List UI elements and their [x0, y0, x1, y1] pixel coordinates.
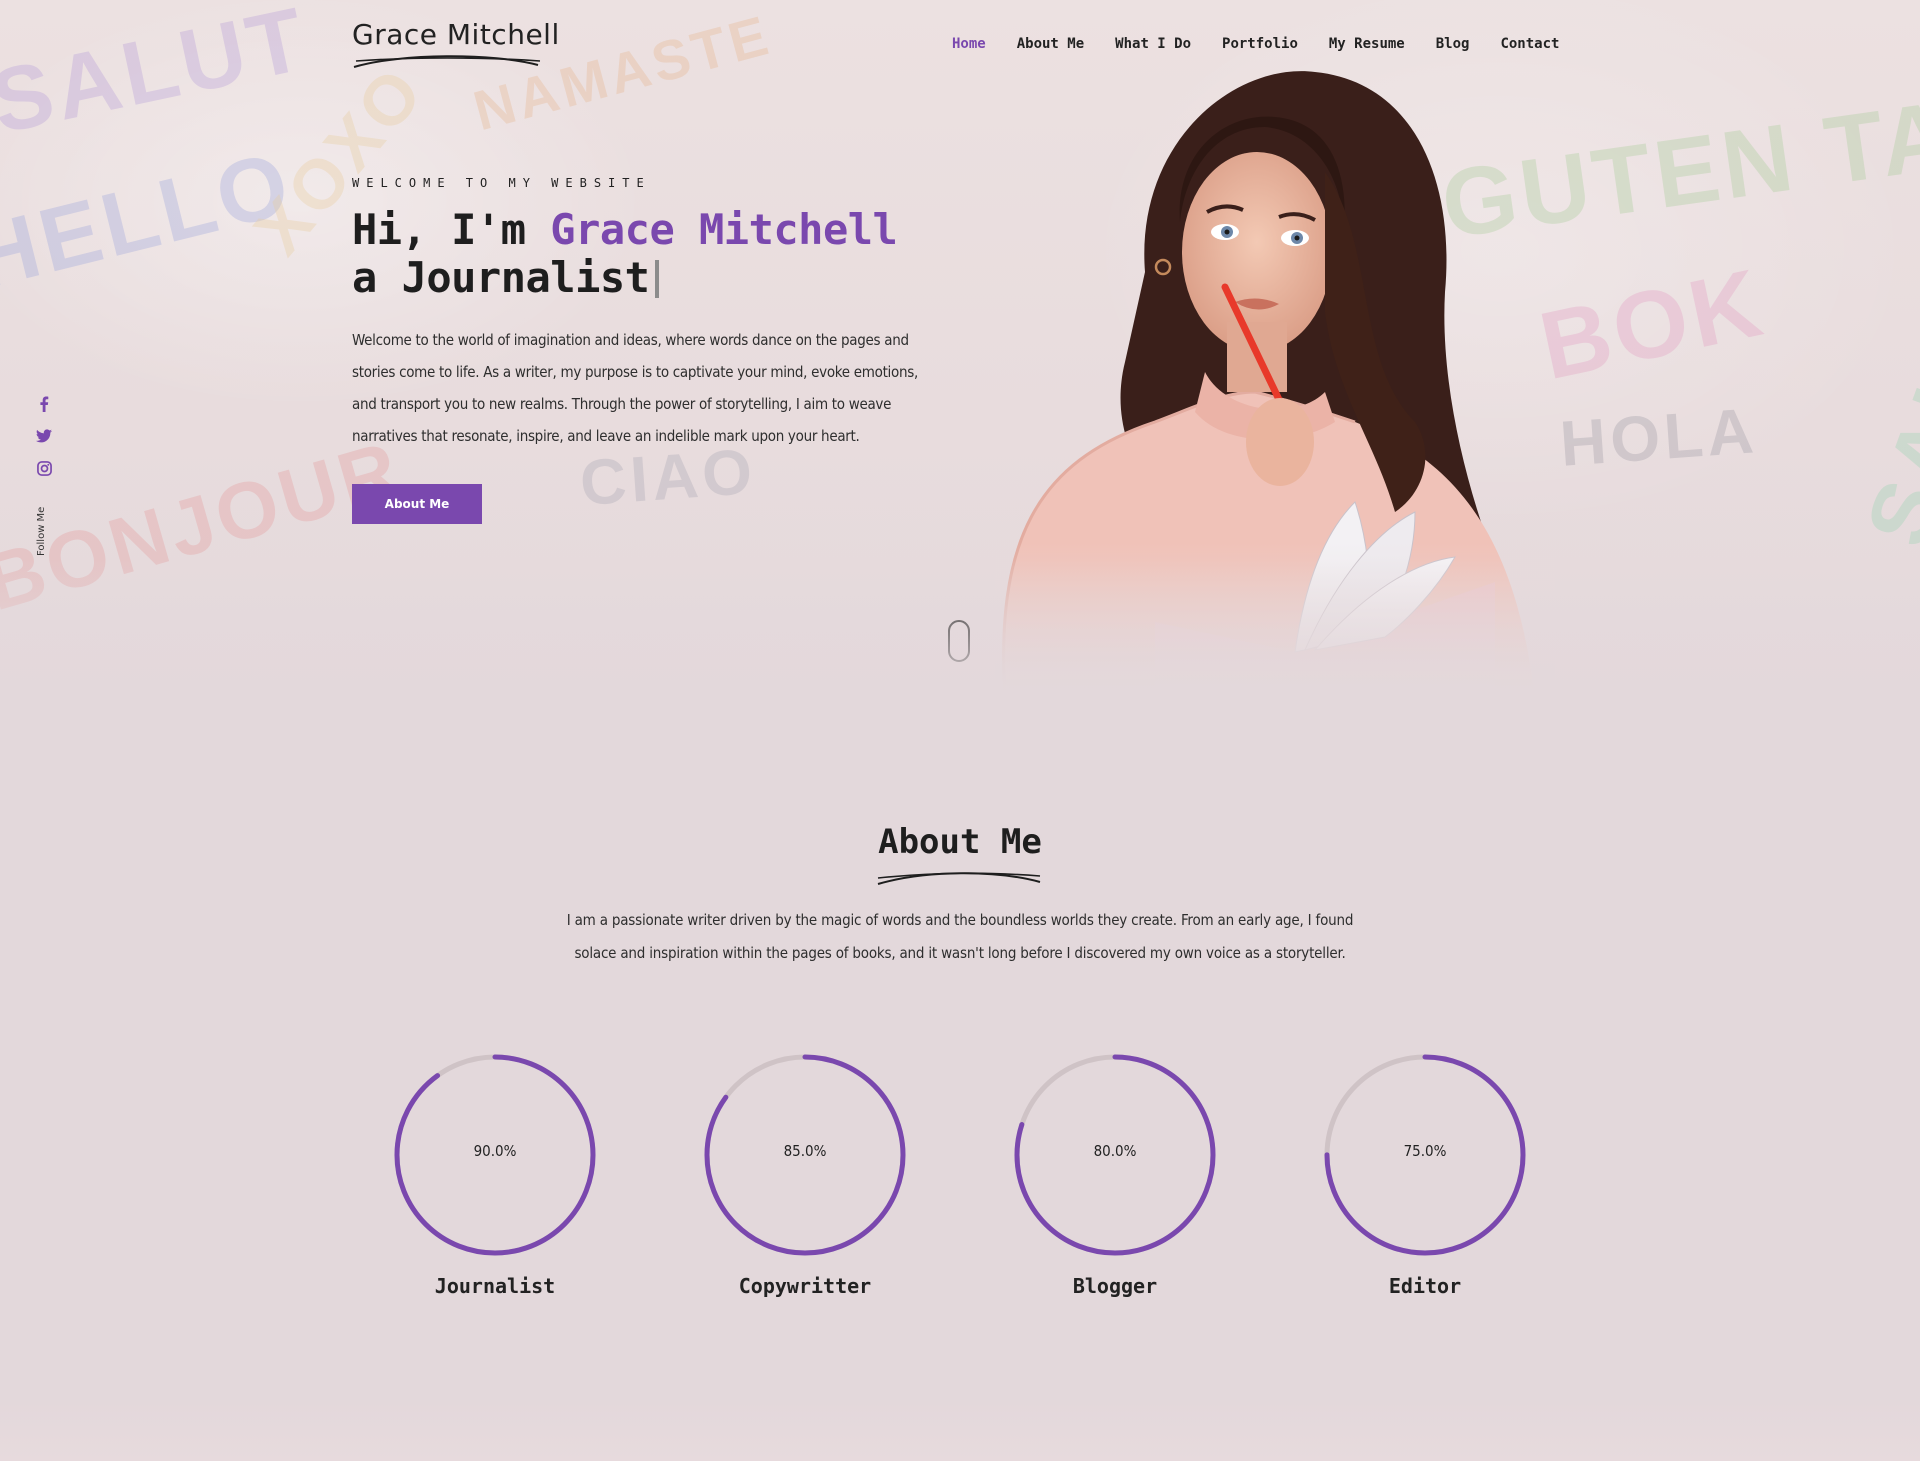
skill-journalist: 90.0% Journalist	[390, 1050, 600, 1298]
skill-percent: 90.0%	[473, 1142, 517, 1160]
scroll-down-indicator[interactable]	[948, 620, 970, 662]
bg-word: SALUT	[1847, 223, 1920, 559]
skill-label: Editor	[1388, 1274, 1462, 1298]
portrait-image	[995, 62, 1555, 700]
site-logo[interactable]: Grace Mitchell	[352, 18, 560, 69]
skill-label: Copywritter	[738, 1274, 872, 1298]
twitter-icon[interactable]	[34, 426, 54, 446]
about-text: I am a passionate writer driven by the m…	[566, 911, 1354, 962]
hero-section: SALUT HELLO NAMASTE GUTEN TAG BOK HOLA S…	[0, 0, 1920, 700]
nav-contact[interactable]: Contact	[1500, 36, 1559, 52]
hero-intro: Welcome to the world of imagination and …	[352, 331, 918, 445]
bg-word: BONJOUR	[0, 423, 412, 628]
nav-my-resume[interactable]: My Resume	[1329, 36, 1405, 52]
typing-cursor	[655, 260, 660, 298]
instagram-icon[interactable]	[34, 458, 54, 478]
skill-percent: 85.0%	[783, 1142, 827, 1160]
skill-blogger: 80.0% Blogger	[1010, 1050, 1220, 1298]
hero-headline: Hi, I'm Grace Mitchell a Journalist	[352, 205, 898, 302]
logo-underline-swash	[353, 55, 541, 68]
nav-blog[interactable]: Blog	[1436, 36, 1470, 52]
skill-label: Blogger	[1072, 1274, 1158, 1298]
hero-eyebrow: WELCOME TO MY WEBSITE	[352, 176, 651, 190]
about-title: About Me	[878, 822, 1042, 862]
skills-row: 90.0% Journalist 85.0% Copywritter 80.0%…	[0, 1050, 1920, 1300]
bg-word: BOK	[1531, 248, 1774, 401]
bg-word: SALUT	[0, 0, 317, 154]
about-me-button[interactable]: About Me	[352, 484, 482, 524]
skill-editor: 75.0% Editor	[1320, 1050, 1530, 1298]
social-links	[34, 394, 54, 478]
next-section-edge	[0, 1400, 1920, 1461]
about-title-swash	[877, 872, 1041, 885]
logo-text: Grace Mitchell	[352, 18, 560, 51]
nav-about-me[interactable]: About Me	[1017, 36, 1084, 52]
main-nav: Home About Me What I Do Portfolio My Res…	[952, 36, 1590, 52]
hero-greeting: Hi, I'm	[352, 205, 551, 254]
follow-me-label: Follow Me	[36, 506, 47, 556]
skill-percent: 80.0%	[1093, 1142, 1137, 1160]
bg-word: HOLA	[1557, 394, 1760, 480]
nav-home[interactable]: Home	[952, 36, 986, 52]
nav-what-i-do[interactable]: What I Do	[1115, 36, 1191, 52]
nav-portfolio[interactable]: Portfolio	[1222, 36, 1298, 52]
facebook-icon[interactable]	[34, 394, 54, 414]
hero-role: a Journalist	[352, 253, 650, 302]
hero-name: Grace Mitchell	[550, 205, 898, 254]
skill-copywritter: 85.0% Copywritter	[700, 1050, 910, 1298]
skill-percent: 75.0%	[1403, 1142, 1447, 1160]
skill-label: Journalist	[434, 1274, 556, 1298]
